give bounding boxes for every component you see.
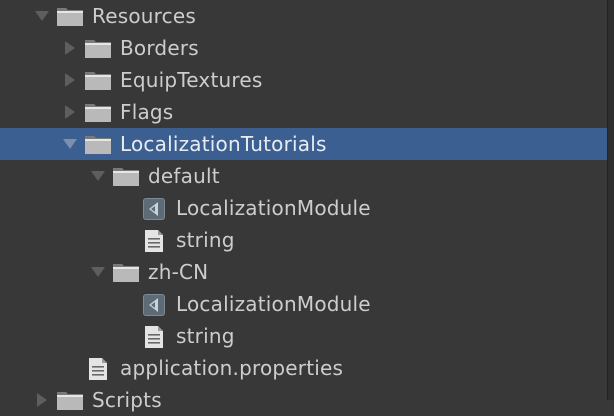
panel-border [607,0,614,400]
tree-item-default[interactable]: default [0,160,608,192]
tree-item-label: application.properties [120,356,344,380]
tree-item-label: LocalizationTutorials [120,132,327,156]
module-asset-icon [142,288,170,320]
collapsed-arrow-icon[interactable] [62,32,78,64]
folder-icon [84,64,112,96]
project-tree: Resources Borders EquipTextures Flags Lo… [0,0,614,412]
folder-icon [56,0,84,32]
expanded-arrow-icon[interactable] [62,128,78,160]
tree-item-label: Scripts [92,388,162,412]
folder-icon [112,256,140,288]
tree-item-flags[interactable]: Flags [0,96,608,128]
tree-item-label: EquipTextures [120,68,263,92]
folder-icon [112,160,140,192]
collapsed-arrow-icon[interactable] [62,64,78,96]
tree-item-localization-module[interactable]: LocalizationModule [0,192,608,224]
tree-item-label: default [148,164,220,188]
tree-item-scripts[interactable]: Scripts [0,384,608,416]
tree-item-equip-textures[interactable]: EquipTextures [0,64,608,96]
folder-icon [84,128,112,160]
collapsed-arrow-icon[interactable] [62,96,78,128]
tree-item-label: LocalizationModule [176,196,371,220]
tree-item-application-properties[interactable]: application.properties [0,352,608,384]
tree-item-label: string [176,324,235,348]
tree-item-label: Flags [120,100,174,124]
text-file-icon [144,320,172,352]
folder-icon [84,96,112,128]
tree-item-label: zh-CN [148,260,209,284]
tree-item-localization-module[interactable]: LocalizationModule [0,288,608,320]
expanded-arrow-icon[interactable] [90,256,106,288]
tree-item-label: LocalizationModule [176,292,371,316]
tree-item-label: Resources [92,4,196,28]
tree-item-string[interactable]: string [0,224,608,256]
tree-item-borders[interactable]: Borders [0,32,608,64]
tree-item-resources[interactable]: Resources [0,0,608,32]
folder-icon [84,32,112,64]
tree-item-zh-cn[interactable]: zh-CN [0,256,608,288]
tree-item-localization-tutorials[interactable]: LocalizationTutorials [0,128,608,160]
text-file-icon [88,352,116,384]
module-asset-icon [142,192,170,224]
folder-icon [56,384,84,416]
expanded-arrow-icon[interactable] [34,0,50,32]
collapsed-arrow-icon[interactable] [34,384,50,416]
tree-item-string[interactable]: string [0,320,608,352]
tree-item-label: Borders [120,36,199,60]
text-file-icon [144,224,172,256]
tree-item-label: string [176,228,235,252]
expanded-arrow-icon[interactable] [90,160,106,192]
